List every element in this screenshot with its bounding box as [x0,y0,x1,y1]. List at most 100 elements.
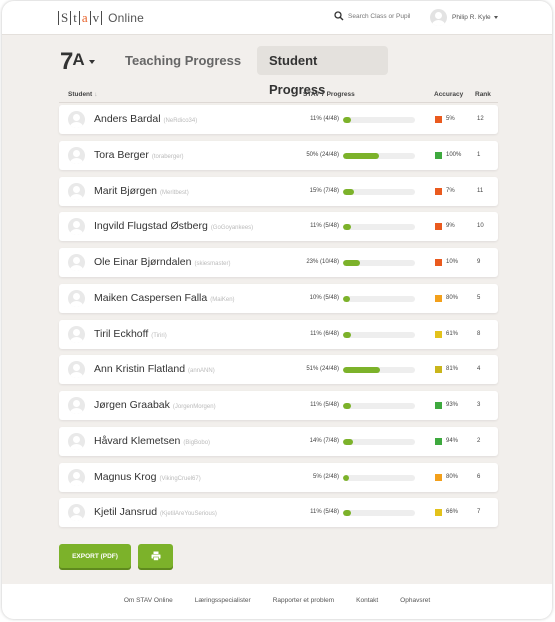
student-row[interactable]: Ann Kristin Flatland (annANN) 51% (24/48) 8… [59,355,498,384]
accuracy-indicator [435,259,442,266]
accuracy-indicator [435,509,442,516]
user-avatar [430,9,447,26]
student-username: (JorgenMorgen) [172,404,216,410]
accuracy-value: 9% [446,223,455,229]
progress-text: 23% (10/48) [306,259,339,265]
progress-bar [343,189,415,195]
print-button[interactable] [138,544,173,568]
student-name: Ingvild Flugstad Østberg [94,220,208,232]
progress-bar-fill [343,403,351,409]
rank-value: 5 [477,295,481,301]
student-row[interactable]: Tiril Eckhoff (Tiriri) 11% (6/48) 61% 8 [59,320,498,349]
tab-student-progress[interactable]: Student Progress [257,46,388,97]
tab-teaching-progress[interactable]: Teaching Progress [113,46,253,75]
student-row[interactable]: Håvard Klemetsen (BigBobo) 14% (7/48) 94% 2 [59,427,498,456]
footer-links: Om STAV Online Læringsspecialister Rappo… [2,597,552,604]
student-avatar [68,361,85,378]
student-avatar [68,183,85,200]
student-name-cell: Marit Bjørgen (Meritbest) [94,177,189,208]
footer-link-specialists[interactable]: Læringsspecialister [195,597,251,604]
accuracy-value: 7% [446,188,455,194]
progress-bar [343,475,415,481]
student-username: (GoGoyankees) [210,225,254,231]
progress-text: 10% (5/48) [309,295,339,301]
export-pdf-button[interactable]: EXPORT (PDF) [59,544,131,568]
column-header-student[interactable]: Student ↓ [68,91,97,98]
student-avatar [68,433,85,450]
student-row[interactable]: Maiken Caspersen Falla (MaiKen) 10% (5/48)… [59,284,498,313]
student-avatar [68,290,85,307]
chevron-down-icon [493,16,498,19]
footer: Om STAV Online Læringsspecialister Rappo… [2,584,552,619]
logo-letter: t [73,10,77,25]
student-avatar [68,469,85,486]
student-username: (NeRdico34) [163,118,198,124]
student-row[interactable]: Tora Berger (toraberger) 50% (24/48) 100% 1 [59,141,498,170]
student-name-cell: Håvard Klemetsen (BigBobo) [94,427,210,458]
class-number: 7 [60,48,73,75]
student-name-cell: Ingvild Flugstad Østberg (GoGoyankees) [94,212,253,243]
progress-bar [343,439,415,445]
student-name-cell: Maiken Caspersen Falla (MaiKen) [94,284,235,315]
rank-value: 6 [477,474,481,480]
accuracy-value: 5% [446,116,455,122]
student-avatar [68,326,85,343]
student-avatar [68,504,85,521]
footer-link-report-problem[interactable]: Rapporter et problem [273,597,334,604]
logo-letter: v [92,10,100,25]
accuracy-indicator [435,438,442,445]
rank-value: 10 [477,223,484,229]
rank-value: 2 [477,438,481,444]
column-header-rank[interactable]: Rank [475,91,491,98]
footer-link-about[interactable]: Om STAV Online [124,597,173,604]
search-box[interactable] [334,11,426,21]
progress-bar [343,403,415,409]
student-row[interactable]: Magnus Krog (VikingCruel67) 5% (2/48) 80% 6 [59,463,498,492]
progress-bar [343,260,415,266]
student-name: Marit Bjørgen [94,185,158,197]
accuracy-indicator [435,152,442,159]
student-row[interactable]: Ingvild Flugstad Østberg (GoGoyankees) 11%… [59,212,498,241]
student-avatar [68,147,85,164]
search-input[interactable] [348,12,426,20]
accuracy-indicator [435,366,442,373]
progress-bar [343,367,415,373]
progress-bar [343,296,415,302]
footer-link-contact[interactable]: Kontakt [356,597,378,604]
printer-icon [151,551,160,561]
accuracy-indicator [435,116,442,123]
student-row[interactable]: Anders Bardal (NeRdico34) 11% (4/48) 5% 12 [59,105,498,134]
student-row[interactable]: Jørgen Graabak (JorgenMorgen) 11% (5/48) 93… [59,391,498,420]
student-name: Ole Einar Bjørndalen [94,256,192,268]
footer-link-copyright[interactable]: Ophavsret [400,597,430,604]
student-username: (BigBobo) [183,440,211,446]
student-avatar [68,111,85,128]
accuracy-indicator [435,188,442,195]
progress-text: 14% (7/48) [309,438,339,444]
student-row[interactable]: Ole Einar Bjørndalen (skiesmaster) 23% (10… [59,248,498,277]
rank-value: 11 [477,188,484,194]
student-row[interactable]: Marit Bjørgen (Meritbest) 15% (7/48) 7% 11 [59,177,498,206]
column-header-progress[interactable]: STAV 7 Progress [303,91,355,98]
accuracy-value: 80% [446,295,459,301]
column-header-accuracy[interactable]: Accuracy [434,91,463,98]
student-username: (MaiKen) [210,297,235,303]
student-row[interactable]: Kjetil Jansrud (KjetilAreYouSerious) 11% (… [59,498,498,527]
student-avatar [68,218,85,235]
class-selector[interactable]: 7 A [60,50,95,74]
progress-text: 11% (4/48) [310,116,339,122]
student-name-cell: Tiril Eckhoff (Tiriri) [94,320,167,351]
stav-logo[interactable]: S t a v Online [57,10,144,26]
student-name: Maiken Caspersen Falla [94,292,208,304]
rank-value: 3 [477,402,481,408]
accuracy-indicator [435,223,442,230]
student-name: Jørgen Graabak [94,399,170,411]
accuracy-value: 66% [446,509,459,515]
rank-value: 4 [477,366,481,372]
student-name: Tiril Eckhoff [94,328,149,340]
progress-bar-fill [343,153,379,159]
progress-bar-fill [343,367,380,373]
accuracy-indicator [435,474,442,481]
accuracy-value: 80% [446,474,459,480]
user-menu[interactable]: Philip R. Kyle [430,9,498,26]
